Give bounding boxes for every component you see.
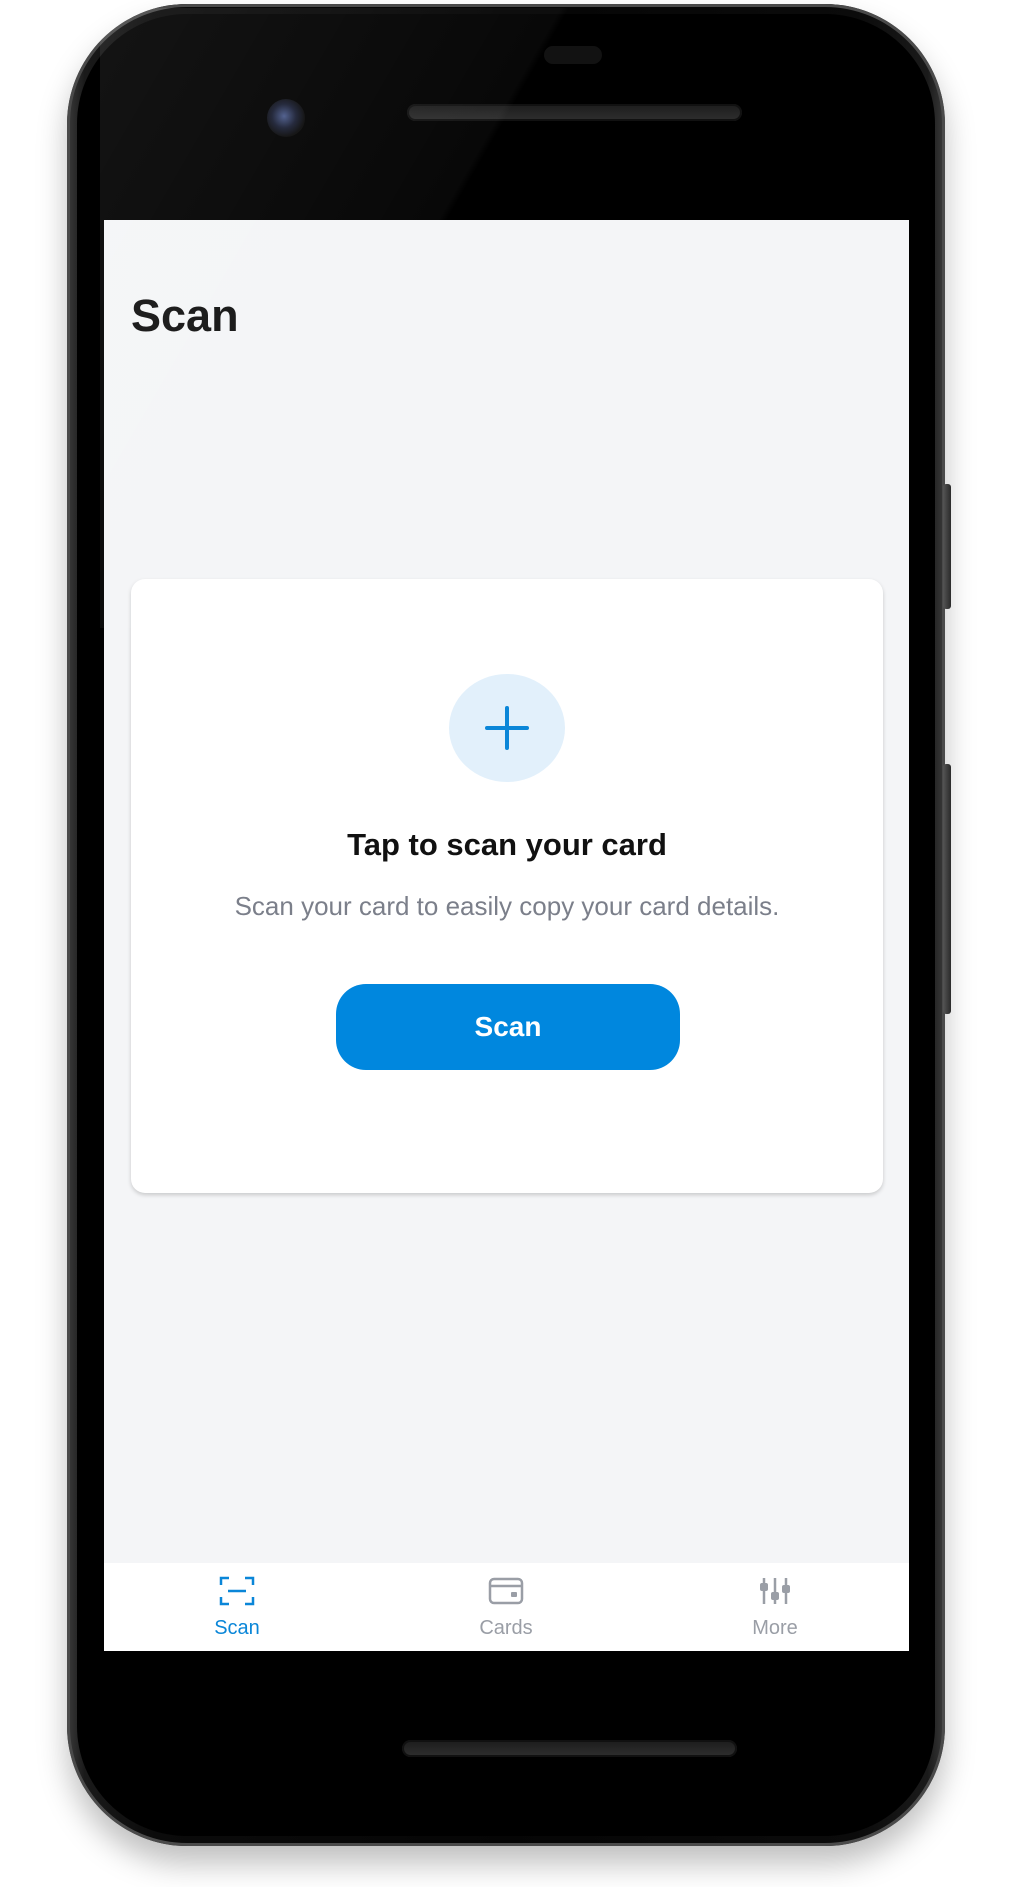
bottom-speaker	[402, 1740, 737, 1757]
power-button	[943, 484, 951, 609]
earpiece-speaker	[407, 104, 742, 121]
plus-icon	[485, 706, 529, 750]
volume-button	[943, 764, 951, 1014]
nav-item-scan[interactable]: Scan	[137, 1563, 337, 1651]
bottom-navigation: Scan Cards More	[104, 1563, 909, 1651]
page-title: Scan	[131, 290, 239, 341]
device-mockup: Scan Tap to scan your card Scan your car…	[0, 0, 1020, 1887]
front-camera	[267, 99, 305, 137]
nav-label-more: More	[752, 1617, 798, 1639]
card-subtitle: Scan your card to easily copy your card …	[234, 891, 780, 921]
app-screen: Scan Tap to scan your card Scan your car…	[104, 220, 909, 1651]
nav-item-more[interactable]: More	[675, 1563, 875, 1651]
scan-card: Tap to scan your card Scan your card to …	[131, 579, 883, 1193]
add-card-button[interactable]	[449, 674, 565, 782]
scan-button[interactable]: Scan	[336, 984, 680, 1070]
nav-label-cards: Cards	[479, 1617, 533, 1639]
nav-label-scan: Scan	[214, 1617, 260, 1639]
card-icon	[488, 1577, 524, 1605]
proximity-sensor	[544, 46, 602, 64]
scan-frame-icon	[219, 1576, 255, 1606]
card-heading: Tap to scan your card	[347, 827, 667, 862]
nav-item-cards[interactable]: Cards	[406, 1563, 606, 1651]
sliders-icon	[760, 1578, 790, 1604]
